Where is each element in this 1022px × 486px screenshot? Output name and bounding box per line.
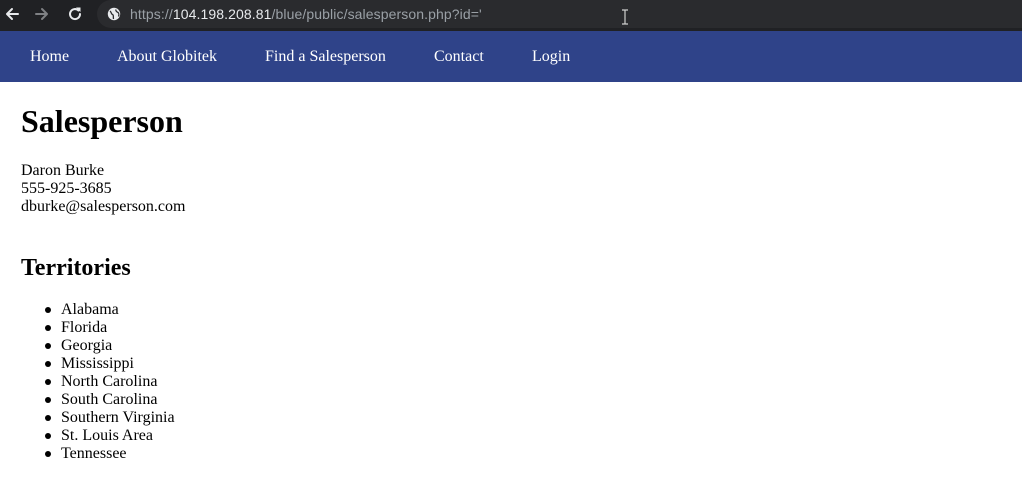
salesperson-phone: 555-925-3685 bbox=[21, 180, 112, 197]
territory-label: Georgia bbox=[61, 337, 113, 354]
nav-about-link[interactable]: About Globitek bbox=[117, 48, 217, 66]
bullet-icon bbox=[45, 379, 51, 385]
bullet-icon bbox=[45, 397, 51, 403]
reload-icon bbox=[69, 7, 82, 21]
list-item: St. Louis Area bbox=[21, 427, 175, 445]
nav-find-salesperson-link[interactable]: Find a Salesperson bbox=[265, 48, 386, 66]
arrow-left-icon bbox=[6, 8, 19, 20]
list-item: Southern Virginia bbox=[21, 409, 175, 427]
list-item: Tennessee bbox=[21, 445, 175, 463]
bullet-icon bbox=[45, 433, 51, 439]
bullet-icon bbox=[45, 343, 51, 349]
territory-label: Alabama bbox=[61, 301, 119, 318]
bullet-icon bbox=[45, 325, 51, 331]
site-navigation: Home About Globitek Find a Salesperson C… bbox=[0, 31, 1022, 82]
url-text[interactable]: https://104.198.208.81/blue/public/sales… bbox=[130, 6, 482, 22]
bullet-icon bbox=[45, 415, 51, 421]
forward-button[interactable] bbox=[31, 3, 53, 25]
nav-home-link[interactable]: Home bbox=[30, 48, 69, 66]
back-button[interactable] bbox=[1, 3, 23, 25]
arrow-right-icon bbox=[35, 8, 48, 20]
nav-login-link[interactable]: Login bbox=[532, 48, 570, 66]
list-item: Alabama bbox=[21, 301, 175, 319]
list-item: Florida bbox=[21, 319, 175, 337]
territories-list: Alabama Florida Georgia Mississippi Nort… bbox=[21, 301, 175, 463]
territory-label: Florida bbox=[61, 319, 108, 336]
list-item: Mississippi bbox=[21, 355, 175, 373]
salesperson-name: Daron Burke bbox=[21, 162, 105, 179]
list-item: South Carolina bbox=[21, 391, 175, 409]
browser-toolbar: https://104.198.208.81/blue/public/sales… bbox=[0, 0, 1022, 31]
url-scheme: https:// bbox=[130, 6, 173, 22]
url-path: /blue/public/salesperson.php?id=' bbox=[271, 6, 482, 22]
list-item: Georgia bbox=[21, 337, 175, 355]
bullet-icon bbox=[45, 361, 51, 367]
page-title: Salesperson bbox=[21, 103, 183, 139]
territory-label: Mississippi bbox=[61, 355, 134, 372]
territory-label: South Carolina bbox=[61, 391, 158, 408]
address-bar[interactable]: https://104.198.208.81/blue/public/sales… bbox=[97, 0, 1022, 28]
list-item: North Carolina bbox=[21, 373, 175, 391]
territory-label: Southern Virginia bbox=[61, 409, 175, 426]
salesperson-email: dburke@salesperson.com bbox=[21, 198, 186, 215]
territory-label: North Carolina bbox=[61, 373, 158, 390]
territory-label: St. Louis Area bbox=[61, 427, 153, 444]
nav-contact-link[interactable]: Contact bbox=[434, 48, 484, 66]
reload-button[interactable] bbox=[64, 3, 86, 25]
globe-icon[interactable] bbox=[107, 7, 121, 21]
bullet-icon bbox=[45, 451, 51, 457]
text-cursor-icon bbox=[622, 9, 628, 25]
bullet-icon bbox=[45, 307, 51, 313]
url-host: 104.198.208.81 bbox=[172, 6, 272, 22]
territories-heading: Territories bbox=[21, 255, 131, 281]
territory-label: Tennessee bbox=[61, 445, 127, 462]
